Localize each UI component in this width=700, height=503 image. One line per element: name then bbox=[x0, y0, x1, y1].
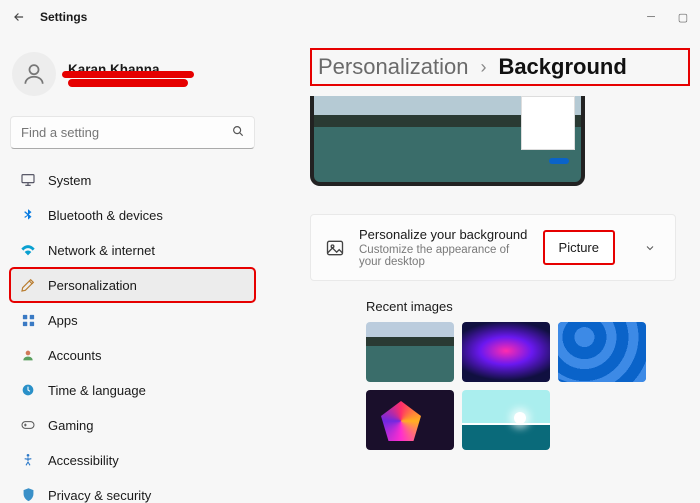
sidebar-item-time[interactable]: Time & language bbox=[10, 373, 255, 407]
sidebar: Karan Khanna System Bluetooth & devices bbox=[0, 34, 265, 503]
sidebar-item-apps[interactable]: Apps bbox=[10, 303, 255, 337]
back-button[interactable] bbox=[10, 8, 28, 26]
network-icon bbox=[20, 242, 36, 258]
background-type-dropdown[interactable]: Picture bbox=[543, 230, 615, 265]
minimize-button[interactable]: ─ bbox=[644, 11, 658, 24]
search-icon bbox=[231, 124, 245, 138]
window-title: Settings bbox=[40, 10, 87, 24]
nav-label: Accounts bbox=[48, 348, 101, 363]
user-email-redacted bbox=[68, 79, 188, 87]
recent-image-thumb[interactable] bbox=[462, 322, 550, 382]
bluetooth-icon bbox=[20, 207, 36, 223]
chevron-right-icon: › bbox=[480, 57, 486, 78]
nav-label: Accessibility bbox=[48, 453, 119, 468]
recent-images-section: Recent images bbox=[366, 299, 690, 450]
main-content: Personalization › Background Personalize… bbox=[265, 34, 700, 503]
nav-label: Gaming bbox=[48, 418, 94, 433]
sidebar-item-privacy[interactable]: Privacy & security bbox=[10, 478, 255, 503]
sidebar-item-gaming[interactable]: Gaming bbox=[10, 408, 255, 442]
card-subtitle: Customize the appearance of your desktop bbox=[359, 244, 529, 268]
nav-list: System Bluetooth & devices Network & int… bbox=[10, 163, 255, 503]
privacy-icon bbox=[20, 487, 36, 503]
nav-label: Bluetooth & devices bbox=[48, 208, 163, 223]
sidebar-item-personalization[interactable]: Personalization bbox=[10, 268, 255, 302]
recent-images-label: Recent images bbox=[366, 299, 690, 314]
preview-taskbar-accent bbox=[549, 158, 569, 164]
breadcrumb: Personalization › Background bbox=[310, 48, 690, 86]
breadcrumb-parent[interactable]: Personalization bbox=[318, 54, 468, 80]
sidebar-item-accessibility[interactable]: Accessibility bbox=[10, 443, 255, 477]
recent-image-thumb[interactable] bbox=[366, 322, 454, 382]
personalization-icon bbox=[20, 277, 36, 293]
preview-window-overlay bbox=[521, 96, 575, 150]
nav-label: Privacy & security bbox=[48, 488, 151, 503]
recent-image-thumb[interactable] bbox=[462, 390, 550, 450]
personalize-background-card: Personalize your background Customize th… bbox=[310, 214, 676, 281]
search-input[interactable] bbox=[10, 116, 255, 149]
accounts-icon bbox=[20, 347, 36, 363]
breadcrumb-current: Background bbox=[498, 54, 626, 80]
user-block[interactable]: Karan Khanna bbox=[12, 52, 255, 96]
time-icon bbox=[20, 382, 36, 398]
apps-icon bbox=[20, 312, 36, 328]
image-icon bbox=[325, 238, 345, 258]
sidebar-item-accounts[interactable]: Accounts bbox=[10, 338, 255, 372]
desktop-preview bbox=[310, 96, 585, 186]
nav-label: Personalization bbox=[48, 278, 137, 293]
nav-label: Time & language bbox=[48, 383, 146, 398]
nav-label: Network & internet bbox=[48, 243, 155, 258]
titlebar: Settings ─ ▢ bbox=[0, 0, 700, 34]
recent-images-grid bbox=[366, 322, 690, 450]
avatar bbox=[12, 52, 56, 96]
system-icon bbox=[20, 172, 36, 188]
sidebar-item-network[interactable]: Network & internet bbox=[10, 233, 255, 267]
gaming-icon bbox=[20, 417, 36, 433]
nav-label: System bbox=[48, 173, 91, 188]
nav-label: Apps bbox=[48, 313, 78, 328]
maximize-button[interactable]: ▢ bbox=[676, 11, 690, 24]
card-title: Personalize your background bbox=[359, 227, 529, 242]
recent-image-thumb[interactable] bbox=[558, 322, 646, 382]
sidebar-item-bluetooth[interactable]: Bluetooth & devices bbox=[10, 198, 255, 232]
sidebar-item-system[interactable]: System bbox=[10, 163, 255, 197]
recent-image-thumb[interactable] bbox=[366, 390, 454, 450]
accessibility-icon bbox=[20, 452, 36, 468]
chevron-down-icon[interactable] bbox=[639, 233, 661, 263]
